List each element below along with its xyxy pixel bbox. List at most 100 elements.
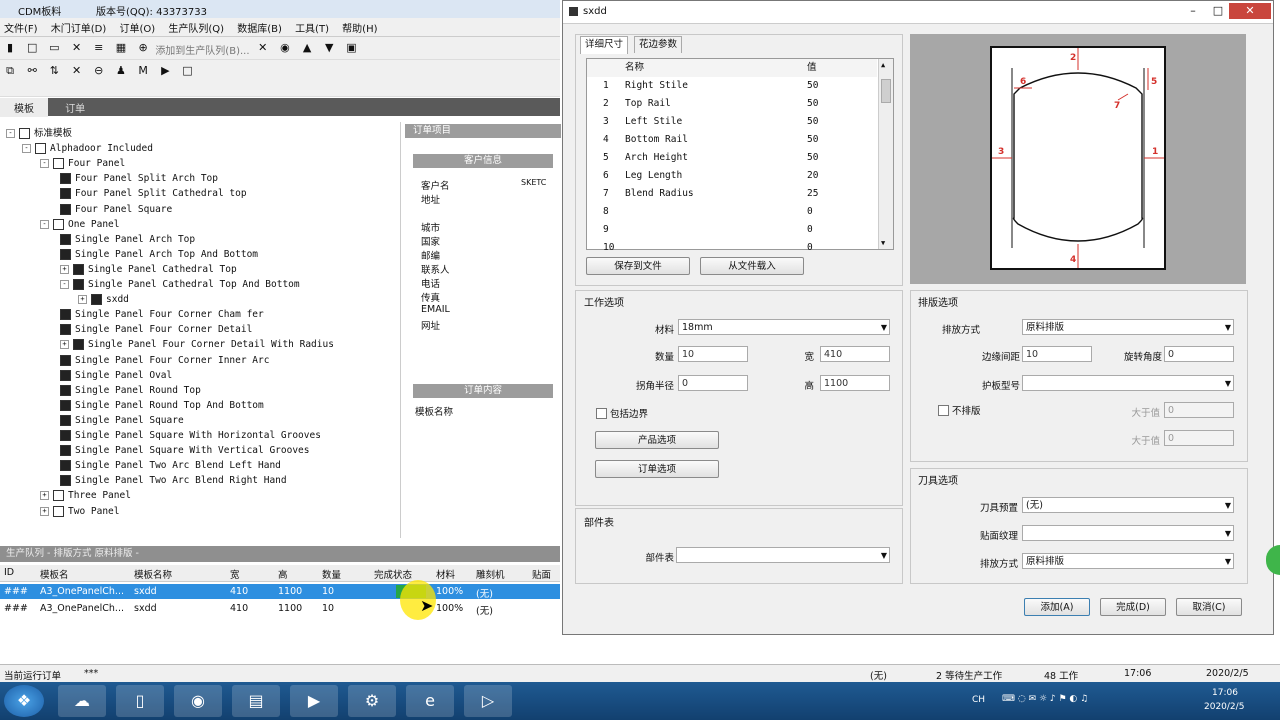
minimize-icon[interactable]: – [1181,3,1205,19]
close-icon[interactable]: ✕ [1229,3,1271,19]
machine-icon[interactable]: ♟ [114,64,128,78]
tool-preset-select[interactable]: (无) ▼ [1022,497,1234,513]
collapse-icon[interactable]: - [60,280,69,289]
tree-node[interactable]: - Single Panel Cathedral Top And Bottom [60,277,300,292]
menu-door-order[interactable]: 木门订单(D) [47,18,113,35]
table-row[interactable]: ### A3_OnePanelCh... sxdd 410 1100 10 10… [0,601,560,617]
veneer-grain-select[interactable]: ▼ [1022,525,1234,541]
menu-queue[interactable]: 生产队列(Q) [164,18,230,35]
copy-icon[interactable]: ⧉ [3,64,17,78]
cut-icon[interactable]: ✕ [256,41,270,55]
expand-icon[interactable]: + [40,491,49,501]
table-row[interactable]: ### A3_OnePanelCh... sxdd 410 1100 10 10… [0,584,560,600]
col-template[interactable]: 模板名 [40,567,69,581]
play-icon[interactable]: ▶ [158,64,172,78]
expand-icon[interactable]: + [60,264,69,274]
material-select[interactable]: 18mm ▼ [678,319,890,335]
col-width[interactable]: 宽 [230,567,240,581]
include-border-checkbox[interactable] [596,408,607,419]
tree-node[interactable]: + Three Panel [40,488,131,503]
tree-node[interactable]: Single Panel Four Corner Inner Arc [60,353,269,368]
load-from-file-button[interactable]: 从文件载入 [700,257,804,275]
scroll-down-icon[interactable]: ▼ [881,239,885,247]
col-height[interactable]: 高 [278,567,288,581]
link-icon[interactable]: ⚯ [25,64,39,78]
tree-node[interactable]: Four Panel Split Cathedral top [60,186,247,201]
tree-node[interactable]: Single Panel Four Corner Cham fer [60,307,264,322]
tree-node[interactable]: Single Panel Two Arc Blend Left Hand [60,458,281,473]
open-folder-icon[interactable]: ▭ [47,41,61,55]
move-down-icon[interactable]: ▼ [322,41,336,55]
part-list-select[interactable]: ▼ [676,547,890,563]
remove-icon[interactable]: ✕ [70,64,84,78]
tree-node[interactable]: Single Panel Oval [60,368,172,383]
tree-node[interactable]: + Single Panel Cathedral Top [60,262,237,277]
list-item[interactable]: 80 [587,203,877,221]
list-item[interactable]: 4 Bottom Rail 50 [587,131,877,149]
col-router[interactable]: 雕刻机 [476,567,505,581]
collapse-icon[interactable]: - [6,129,15,138]
tools-icon[interactable]: ▣ [344,41,358,55]
list-item[interactable]: 6 Leg Length 20 [587,167,877,185]
scroll-thumb[interactable] [881,79,891,103]
add-to-queue-button[interactable]: 添加到生产队列(B)... [155,42,249,57]
expand-icon[interactable]: + [40,506,49,516]
tree-node[interactable]: Single Panel Square With Horizontal Groo… [60,428,321,443]
cancel-button[interactable]: 取消(C) [1176,598,1242,616]
tab-templates[interactable]: 模板 [0,98,48,117]
tool-layout-select[interactable]: 原料排版 ▼ [1022,553,1234,569]
clock-date[interactable]: 2020/2/5 [1204,702,1244,712]
network-app-icon[interactable]: ⚙ [348,685,396,717]
list-item[interactable]: 1 Right Stile 50 [587,77,877,95]
layout-method-select[interactable]: 原料排版 ▼ [1022,319,1234,335]
col-veneer[interactable]: 贴面 [532,567,551,581]
less-than-input[interactable]: 0 [1164,430,1234,446]
width-input[interactable]: 410 [820,346,890,362]
height-input[interactable]: 1100 [820,375,890,391]
tree-node[interactable]: Four Panel Square [60,202,172,217]
tab-detail-dimensions[interactable]: 详细尺寸 [580,36,629,54]
col-qty[interactable]: 数量 [322,567,341,581]
menu-help[interactable]: 帮助(H) [338,18,383,35]
tree-node[interactable]: - Four Panel [40,156,125,171]
quantity-input[interactable]: 10 [678,346,748,362]
list-item[interactable]: 10 0 [587,239,877,257]
parameter-list[interactable]: 名称 值 1 Right Stile 50 2 Top Rail 50 3 Left Stil… [586,58,894,253]
tree-node[interactable]: Single Panel Round Top And Bottom [60,398,264,413]
tab-edge-params[interactable]: 花边参数 [634,36,683,53]
export-icon[interactable]: □ [181,64,195,78]
list-item[interactable]: 90 [587,221,877,239]
tree-node[interactable]: Four Panel Split Arch Top [60,171,218,186]
sort-icon[interactable]: ⇅ [47,64,61,78]
tree-node[interactable]: Single Panel Arch Top And Bottom [60,247,258,262]
collapse-icon[interactable]: - [40,159,49,169]
scroll-up-icon[interactable]: ▲ [881,61,885,69]
no-layout-checkbox[interactable] [938,405,949,416]
save-to-file-button[interactable]: 保存到文件 [586,257,690,275]
collapse-icon[interactable]: - [22,144,31,154]
list-scrollbar[interactable]: ▲ ▼ [878,59,893,249]
tree-node[interactable]: + Two Panel [40,504,119,519]
filter-icon[interactable]: ≡ [92,41,106,55]
stop-icon[interactable]: ◉ [278,41,292,55]
start-button-icon[interactable]: ❖ [4,685,44,717]
new-file-icon[interactable]: □ [25,41,39,55]
delete-icon[interactable]: ✕ [70,41,84,55]
list-item[interactable]: 5 Arch Height 50 [587,149,877,167]
add-queue-icon[interactable]: ⊕ [136,41,150,55]
list-item[interactable]: 2 Top Rail 50 [587,95,877,113]
tray-icons[interactable]: ⌨ ◌ ✉ ☼ ♪ ⚑ ◐ ♫ [1002,694,1088,704]
list-item[interactable]: 3 Left Stile 50 [587,113,877,131]
edge-spacing-input[interactable]: 10 [1022,346,1092,362]
corner-radius-input[interactable]: 0 [678,375,748,391]
col-template-name[interactable]: 模板名称 [134,567,172,581]
phone-app-icon[interactable]: ▯ [116,685,164,717]
col-material[interactable]: 材料 [436,567,455,581]
media-player-icon[interactable]: ▷ [464,685,512,717]
tree-node[interactable]: Single Panel Square With Vertical Groove… [60,443,310,458]
tree-node[interactable]: Single Panel Four Corner Detail [60,322,252,337]
m-icon[interactable]: M [136,64,150,78]
expand-icon[interactable]: + [78,295,87,305]
tree-node[interactable]: Single Panel Square [60,413,184,428]
browser-app-icon[interactable]: ◉ [174,685,222,717]
